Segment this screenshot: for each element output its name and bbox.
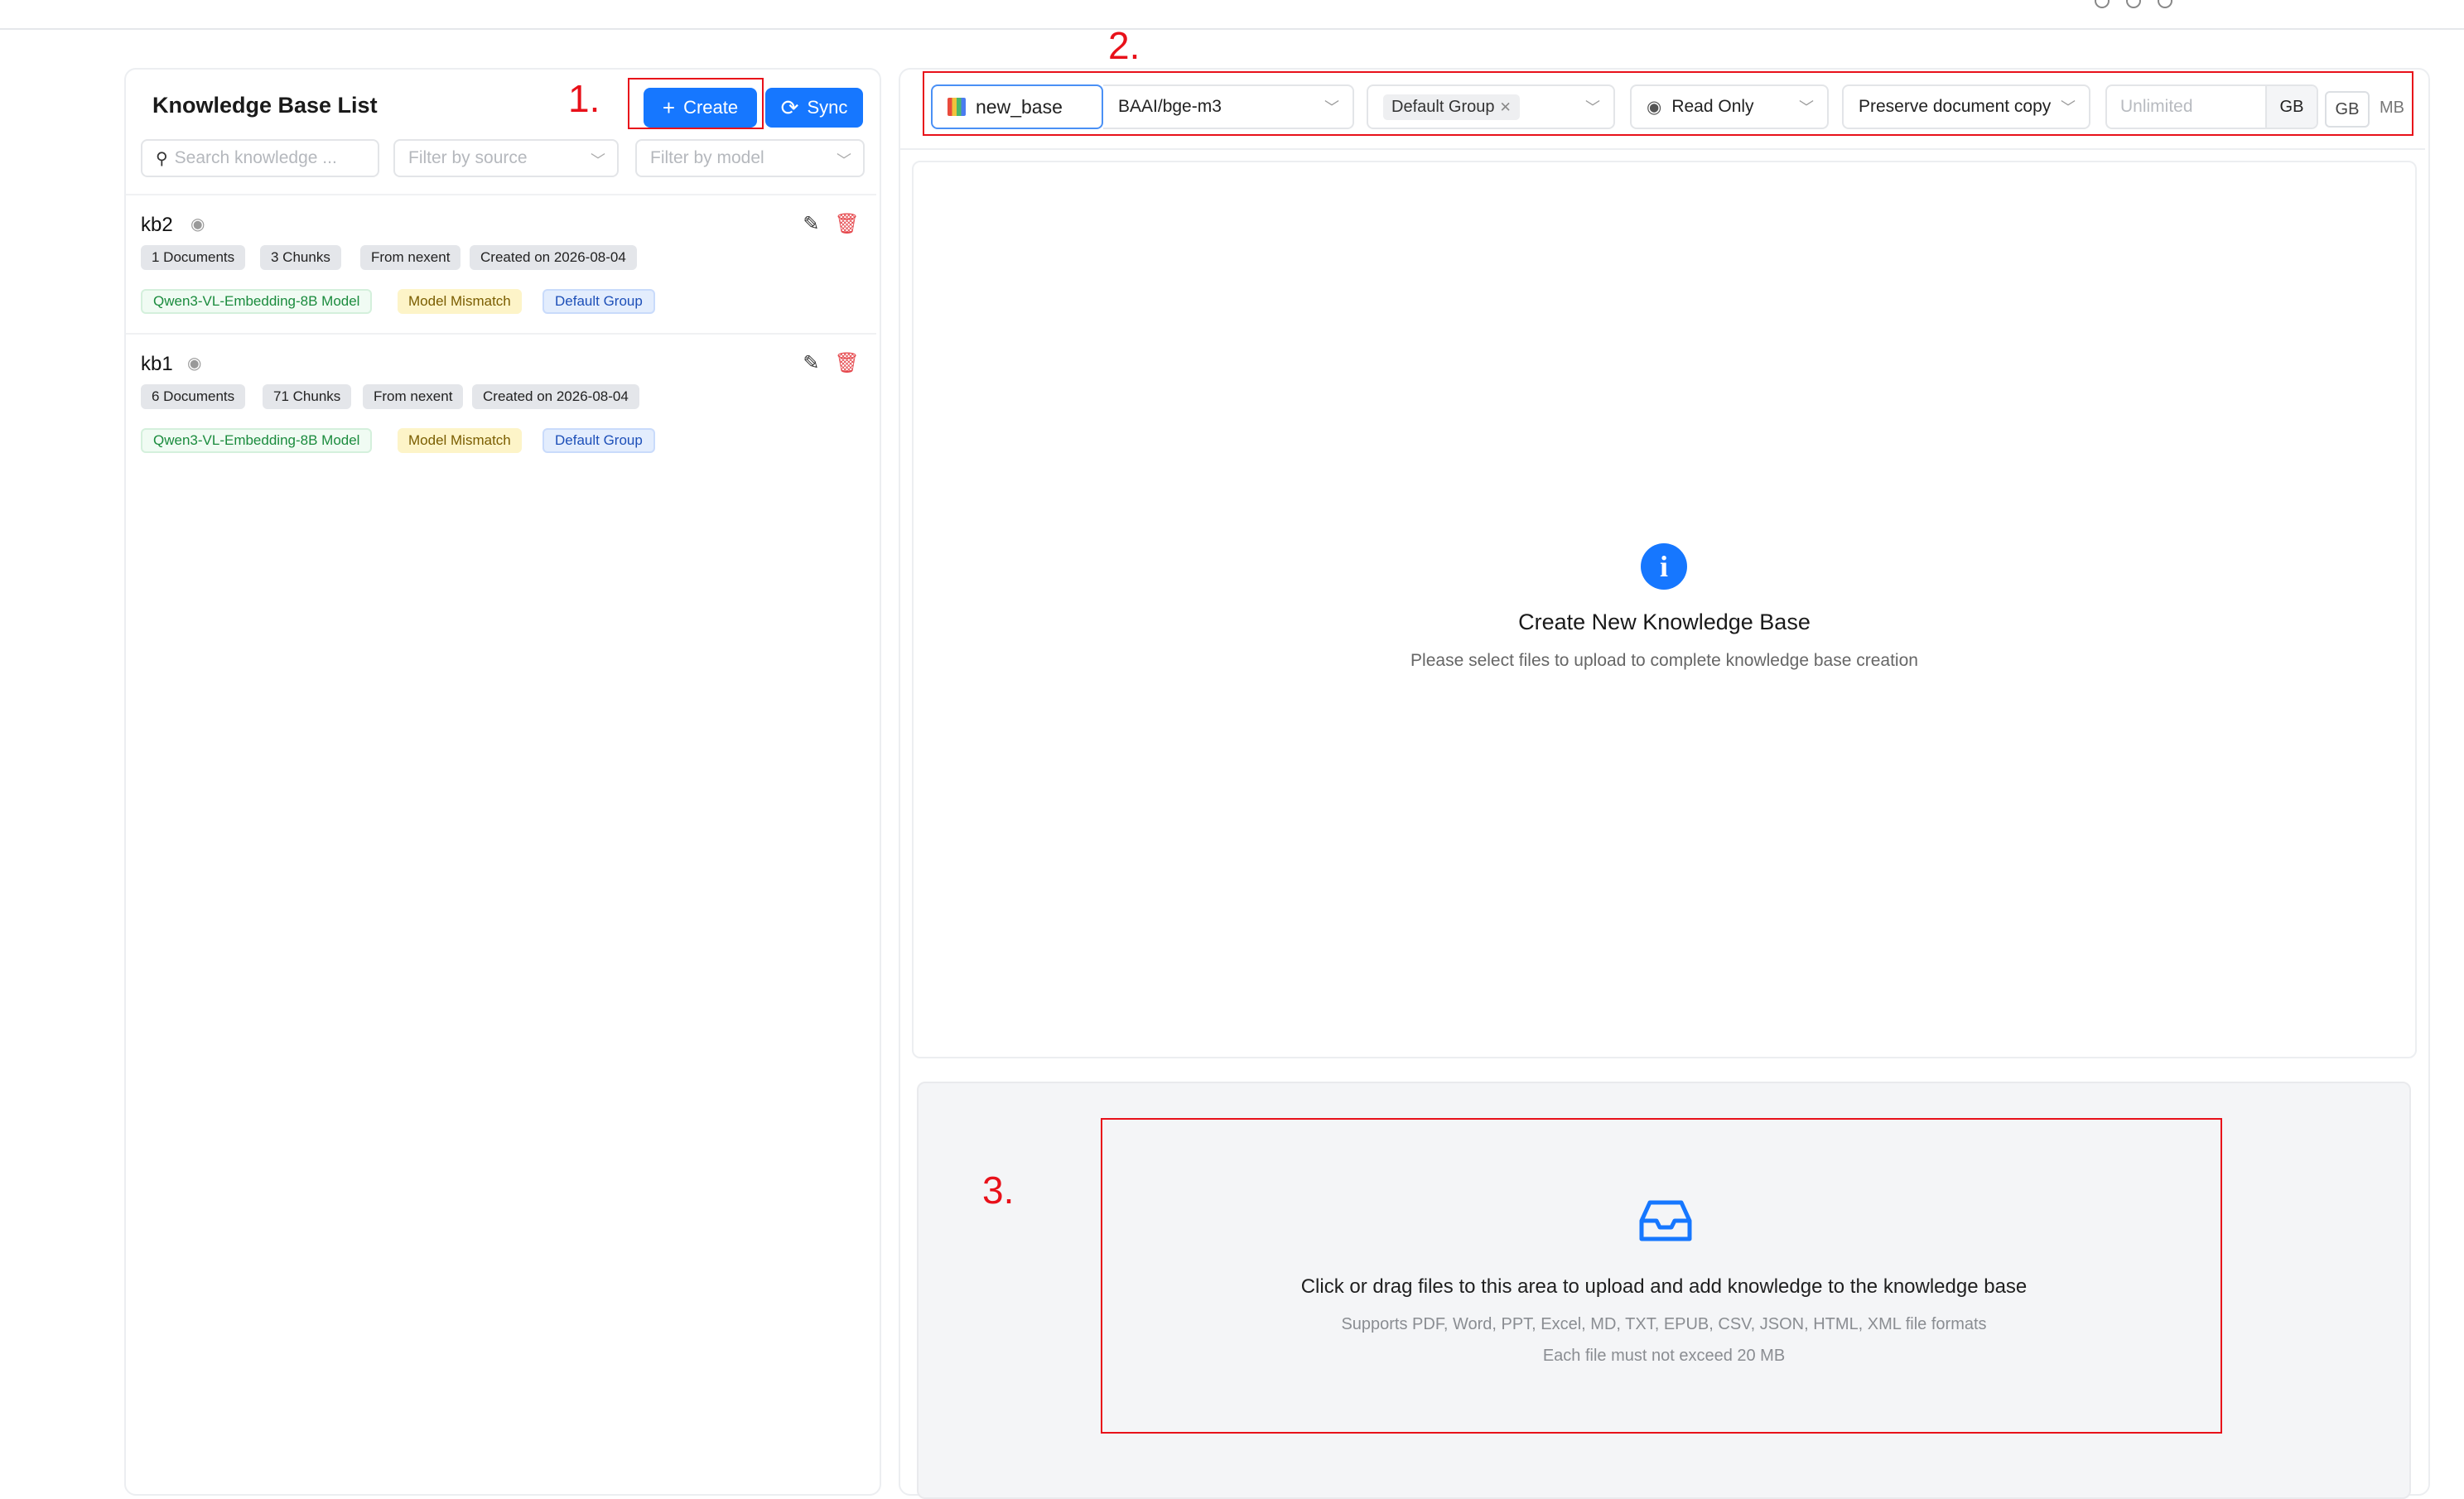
group-tag: Default Group: [542, 289, 655, 314]
top-bar-icons: [2078, 0, 2434, 8]
model-filter-placeholder: Filter by model: [650, 148, 764, 167]
source-tag: From nexent: [363, 384, 464, 409]
annotation-box-3: [1101, 1118, 2222, 1434]
source-filter-placeholder: Filter by source: [408, 148, 528, 167]
documents-count-tag: 1 Documents: [141, 245, 246, 270]
model-mismatch-tag: Model Mismatch: [398, 289, 522, 314]
kb-name: kb2: [141, 214, 173, 236]
source-tag: From nexent: [360, 245, 461, 270]
model-mismatch-tag: Model Mismatch: [398, 428, 522, 453]
created-date-tag: Created on 2026-08-04: [470, 245, 637, 270]
chevron-down-icon: ﹀: [837, 152, 851, 169]
model-tag: Qwen3-VL-Embedding-8B Model: [141, 428, 373, 453]
chunks-count-tag: 71 Chunks: [263, 384, 352, 409]
created-date-tag: Created on 2026-08-04: [472, 384, 639, 409]
search-placeholder: Search knowledge ...: [174, 148, 337, 167]
config-divider: [900, 148, 2425, 150]
item-actions: ✎ 🗑: [803, 351, 860, 375]
annotation-label-1: 1.: [568, 77, 600, 120]
top-icon-1[interactable]: [2095, 0, 2110, 8]
list-item-kb2[interactable]: kb2 ◉ ✎ 🗑 1 Documents 3 Chunks From nexe…: [126, 195, 876, 333]
knowledge-base-list-panel: Knowledge Base List + Create ⟳ Sync ⚲ Se…: [124, 68, 881, 1496]
search-input[interactable]: ⚲ Search knowledge ...: [141, 139, 379, 177]
item-actions: ✎ 🗑: [803, 212, 860, 236]
eye-icon: ◉: [187, 354, 202, 373]
chevron-down-icon: ﹀: [591, 152, 605, 169]
top-bar: [0, 0, 2464, 30]
create-kb-subtitle: Please select files to upload to complet…: [1410, 651, 1918, 670]
model-filter-select[interactable]: Filter by model ﹀: [635, 139, 865, 177]
chunks-count-tag: 3 Chunks: [260, 245, 341, 270]
refresh-icon: ⟳: [780, 95, 799, 120]
top-icon-3[interactable]: [2158, 0, 2172, 8]
annotation-label-2: 2.: [1108, 24, 1140, 67]
edit-icon[interactable]: ✎: [803, 351, 819, 375]
kb-name: kb1: [141, 353, 173, 375]
create-kb-title: Create New Knowledge Base: [1518, 610, 1811, 634]
annotation-box-2: [923, 71, 2413, 136]
documents-count-tag: 6 Documents: [141, 384, 246, 409]
source-filter-select[interactable]: Filter by source ﹀: [393, 139, 619, 177]
delete-icon[interactable]: 🗑: [835, 351, 860, 375]
top-icon-2[interactable]: [2126, 0, 2141, 8]
search-icon: ⚲: [156, 149, 168, 168]
model-tag: Qwen3-VL-Embedding-8B Model: [141, 289, 373, 314]
annotation-box-1: [628, 78, 764, 129]
eye-icon: ◉: [190, 215, 205, 234]
edit-icon[interactable]: ✎: [803, 212, 819, 236]
group-tag: Default Group: [542, 428, 655, 453]
list-item-kb1[interactable]: kb1 ◉ ✎ 🗑 6 Documents 71 Chunks From nex…: [126, 335, 876, 472]
create-kb-card: i Create New Knowledge Base Please selec…: [912, 161, 2417, 1058]
sync-button-label: Sync: [807, 97, 848, 118]
delete-icon[interactable]: 🗑: [835, 212, 860, 236]
info-icon: i: [1641, 543, 1687, 590]
sync-button[interactable]: ⟳ Sync: [765, 88, 863, 128]
annotation-label-3: 3.: [982, 1169, 1015, 1212]
panel-title: Knowledge Base List: [152, 93, 378, 118]
